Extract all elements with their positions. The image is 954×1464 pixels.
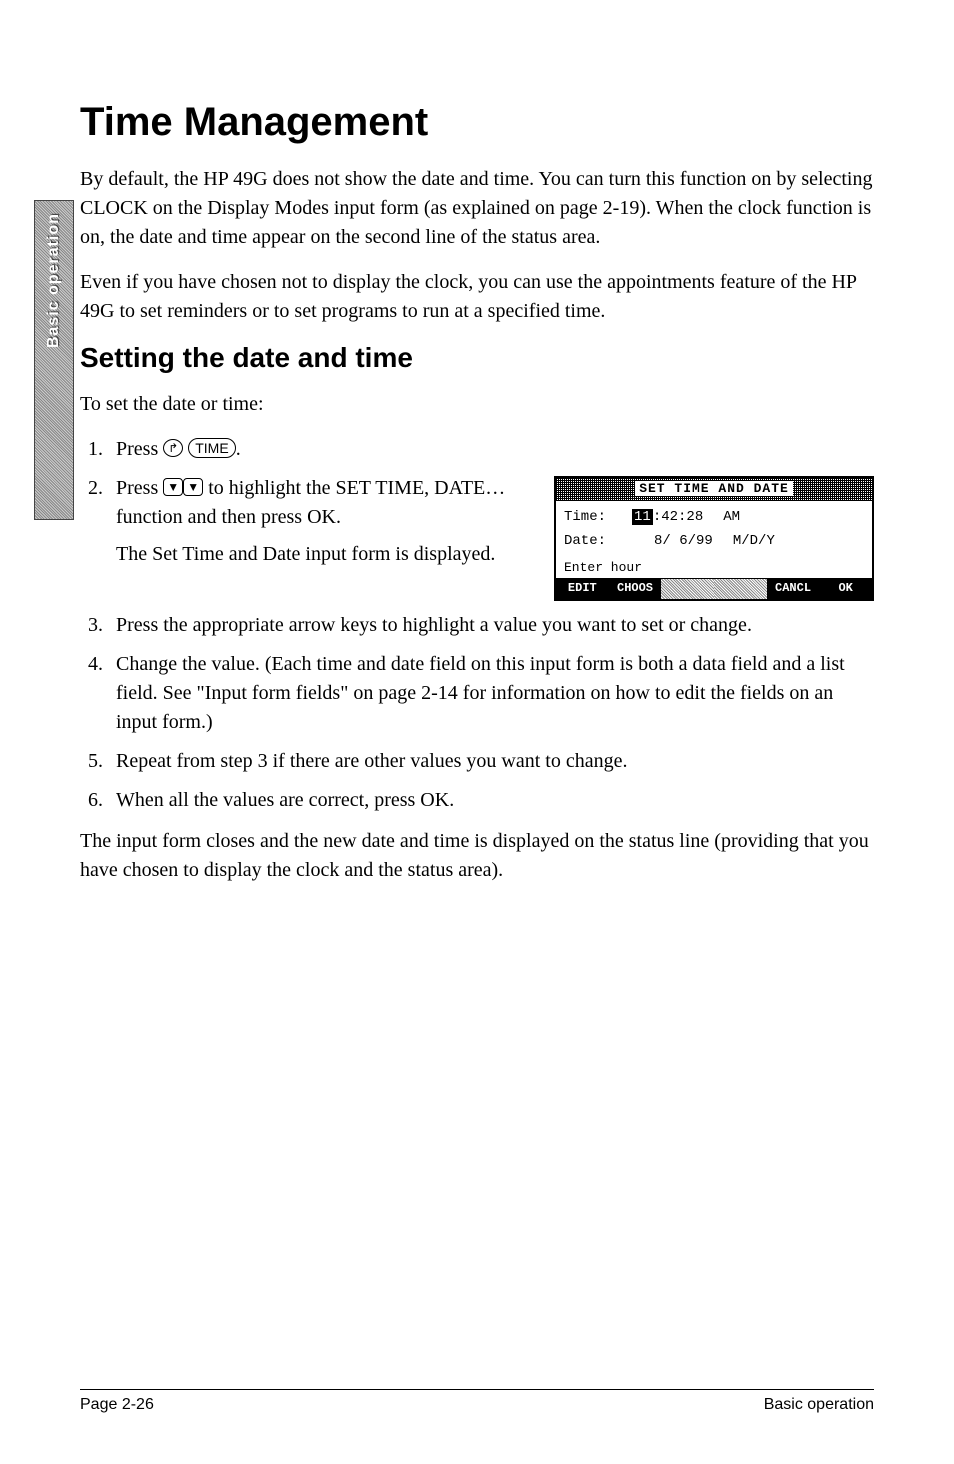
calc-year: /99	[688, 533, 713, 549]
calc-menu-blank-1: .	[661, 578, 714, 598]
step-6-text-b: .	[449, 789, 454, 811]
calc-hour: 11	[632, 509, 653, 525]
calc-ampm: AM	[723, 507, 740, 527]
step-1-text-a: Press	[116, 438, 163, 460]
closing-para: The input form closes and the new date a…	[80, 827, 874, 885]
down-key-2: ▼	[183, 478, 203, 496]
calc-hint: Enter hour	[556, 557, 872, 578]
step-3: Press the appropriate arrow keys to high…	[108, 611, 874, 640]
calc-date-row: Date: 8/ 6/99 M/D/Y	[564, 531, 864, 551]
calc-day: / 6	[662, 533, 687, 549]
section-heading: Setting the date and time	[80, 342, 874, 374]
intro-para-1: By default, the HP 49G does not show the…	[80, 165, 874, 252]
calc-time-row: Time: 11:42:28 AM	[564, 507, 864, 527]
calc-menu-edit: EDIT	[556, 578, 609, 598]
step-6-text-a: When all the values are correct, press	[116, 789, 420, 811]
step-5: Repeat from step 3 if there are other va…	[108, 747, 874, 776]
right-shift-key: ↱	[163, 439, 183, 457]
calc-menu-ok: OK	[819, 578, 872, 598]
step-6-ok: OK	[420, 789, 449, 811]
step-2: Press ▼▼ to highlight the SET TIME, DATE…	[108, 474, 874, 601]
calc-menu-cancl: CANCL	[767, 578, 820, 598]
calc-time-label: Time:	[564, 507, 624, 527]
calc-softmenu: EDIT CHOOS . . CANCL OK	[556, 578, 872, 598]
step-2-sc: SET TIME, DATE…	[335, 477, 505, 499]
calculator-screenshot: SET TIME AND DATE Time: 11:42:28 AM Date…	[554, 476, 874, 601]
footer-section: Basic operation	[764, 1396, 874, 1414]
calc-min: :42	[653, 509, 678, 525]
side-tab-label: Basic operation	[45, 201, 63, 360]
step-2-ok: OK	[307, 506, 336, 528]
step-2-sub: The Set Time and Date input form is disp…	[116, 540, 534, 569]
calc-menu-choos: CHOOS	[609, 578, 662, 598]
side-tab: Basic operation	[34, 200, 74, 520]
down-key-1: ▼	[163, 478, 183, 496]
calc-menu-blank-2: .	[714, 578, 767, 598]
calc-date-label: Date:	[564, 531, 624, 551]
page-title: Time Management	[80, 100, 874, 145]
page-footer: Page 2-26 Basic operation	[80, 1389, 874, 1414]
page-number: Page 2-26	[80, 1396, 154, 1414]
calc-title-text: SET TIME AND DATE	[635, 481, 793, 496]
step-2-text-a: Press	[116, 477, 163, 499]
step-1: Press ↱ TIME.	[108, 435, 874, 464]
calc-format: M/D/Y	[733, 531, 775, 551]
step-2-text-c: function and then press	[116, 506, 307, 528]
step-2-text-d: .	[336, 506, 341, 528]
page-content: Time Management By default, the HP 49G d…	[80, 100, 874, 885]
calc-title-bar: SET TIME AND DATE	[556, 478, 872, 501]
time-key: TIME	[188, 438, 235, 458]
steps-list: Press ↱ TIME. Press ▼▼ to highlight the …	[108, 435, 874, 815]
intro-para-3: To set the date or time:	[80, 390, 874, 419]
calc-sec: :28	[678, 509, 703, 525]
step-1-text-b: .	[236, 438, 241, 460]
step-4: Change the value. (Each time and date fi…	[108, 650, 874, 737]
step-6: When all the values are correct, press O…	[108, 786, 874, 815]
step-2-text-b: to highlight the	[203, 477, 335, 499]
intro-para-2: Even if you have chosen not to display t…	[80, 268, 874, 326]
